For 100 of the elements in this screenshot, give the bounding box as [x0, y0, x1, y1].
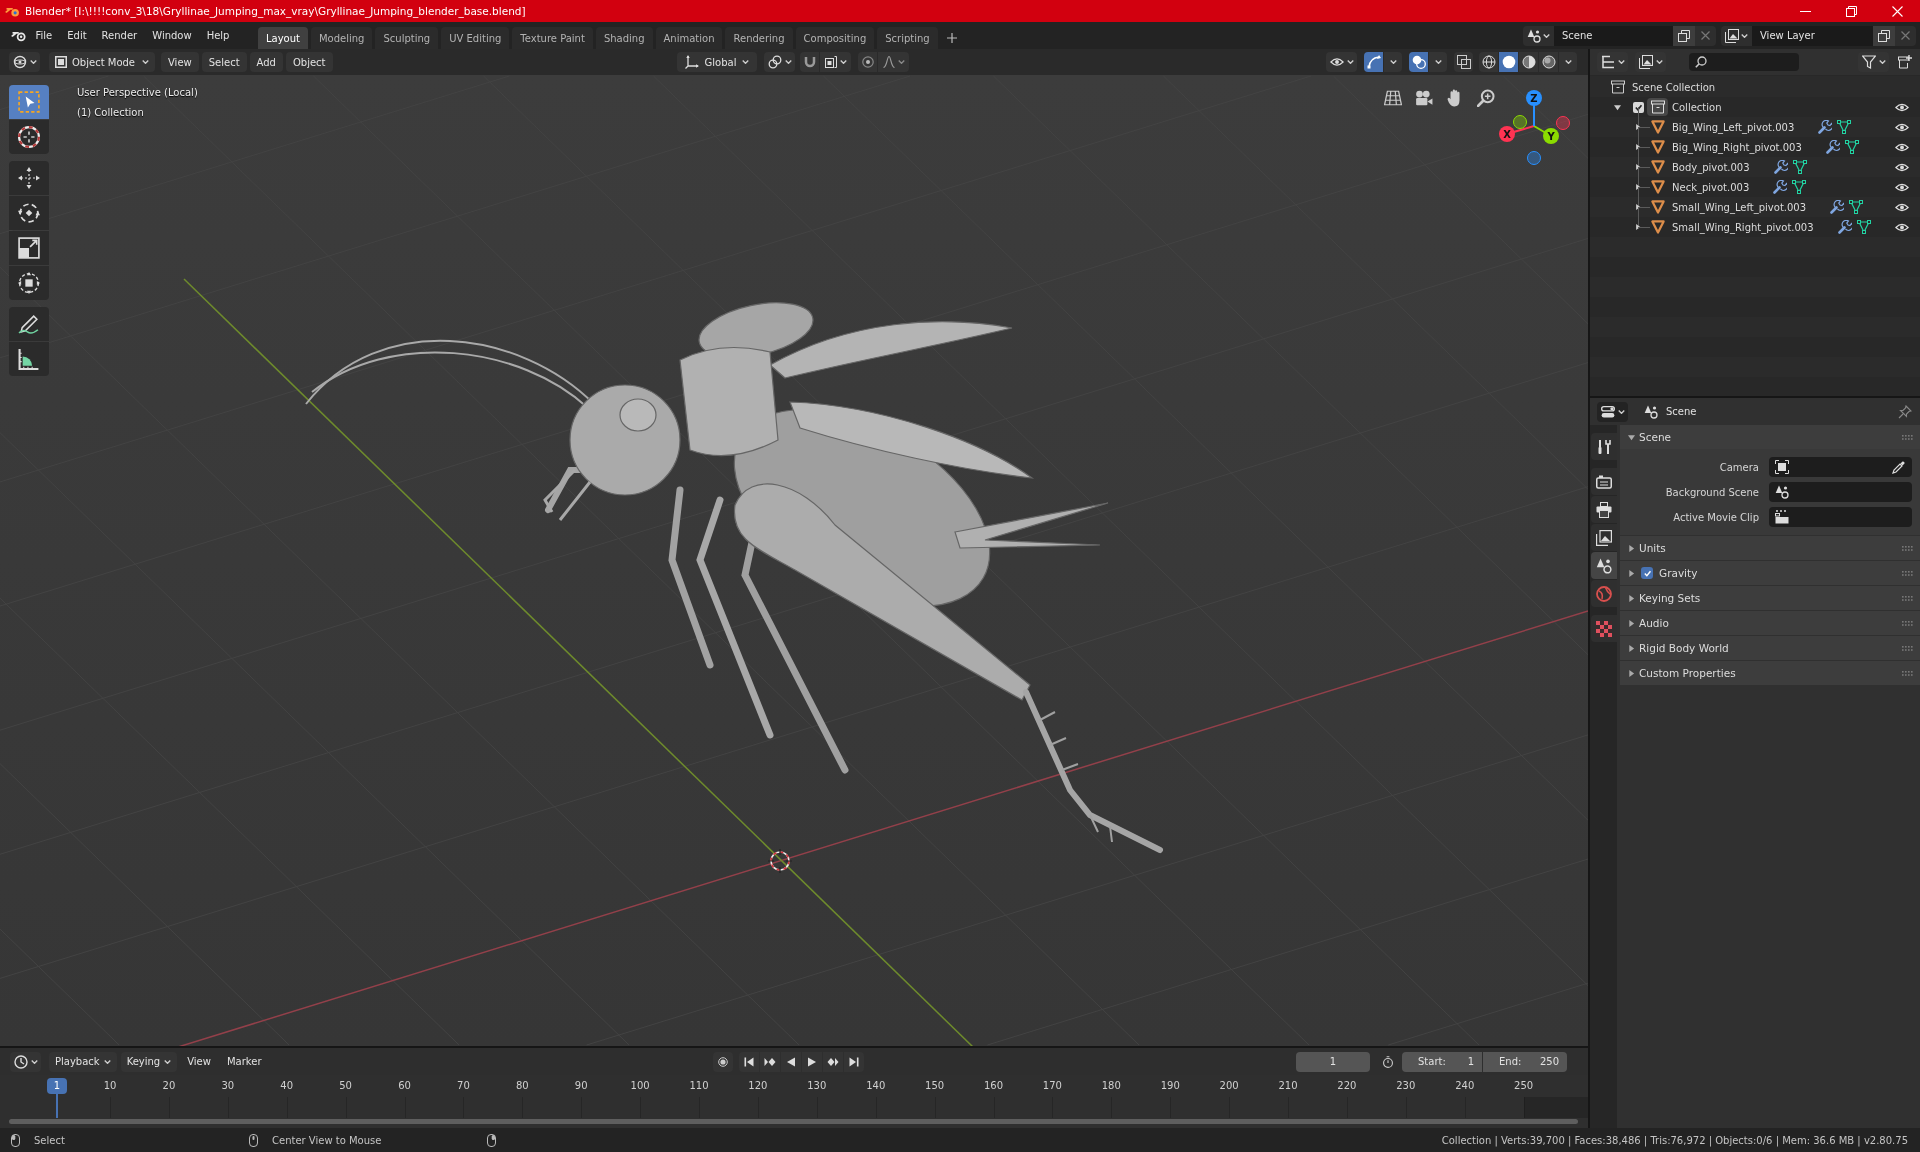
vertex-triangle-icon[interactable] — [1844, 140, 1859, 154]
app-logo-icon[interactable] — [11, 29, 26, 42]
texture-tab[interactable] — [1591, 615, 1617, 642]
panel-header[interactable]: Scene — [1620, 425, 1920, 449]
editor-type-button[interactable] — [9, 52, 40, 72]
workspace-tab[interactable]: Shading — [595, 27, 653, 49]
navigation-gizmo[interactable]: X Y Z — [1495, 79, 1575, 167]
display-mode-dropdown[interactable] — [1635, 52, 1666, 72]
wrench-icon[interactable] — [1773, 160, 1788, 174]
scale-tool[interactable] — [9, 231, 49, 265]
panel-header[interactable]: Units — [1620, 536, 1920, 560]
jump-to-start-button[interactable] — [739, 1051, 759, 1072]
checkbox[interactable] — [1633, 101, 1644, 113]
editor-type-button[interactable] — [1597, 52, 1628, 72]
expand-arrow-icon[interactable] — [1635, 124, 1641, 130]
end-frame-field[interactable]: End: 250 — [1483, 1051, 1567, 1072]
drag-grip-icon[interactable] — [1902, 595, 1913, 601]
scene-tab[interactable] — [1591, 552, 1617, 579]
menu-item[interactable]: Edit — [59, 25, 95, 46]
options-dropdown[interactable] — [1384, 52, 1402, 72]
vertex-triangle-icon[interactable] — [1849, 200, 1864, 214]
wrench-icon[interactable] — [1818, 120, 1833, 134]
workspace-tab[interactable]: Layout — [257, 27, 308, 49]
expand-arrow-icon[interactable] — [1635, 184, 1641, 190]
vertex-triangle-icon[interactable] — [1837, 120, 1852, 134]
current-frame-field[interactable]: 1 — [1296, 1051, 1370, 1072]
annotate-tool[interactable] — [9, 307, 49, 341]
xray-toggle[interactable] — [1454, 52, 1473, 72]
orientation-dropdown[interactable]: Global — [677, 52, 757, 72]
scene-field[interactable] — [1769, 482, 1912, 502]
view-layer-tab[interactable] — [1591, 524, 1617, 551]
outliner-item[interactable]: Collection — [1672, 101, 1722, 113]
negative-axis-handle[interactable] — [1527, 151, 1541, 165]
outliner-item[interactable]: Scene Collection — [1632, 81, 1716, 93]
negative-axis-handle[interactable] — [1513, 115, 1527, 129]
world-tab[interactable] — [1591, 580, 1617, 607]
eye-icon[interactable] — [1895, 142, 1909, 152]
search-field[interactable] — [1689, 53, 1799, 71]
axis-handle[interactable]: X — [1499, 126, 1515, 142]
workspace-tab[interactable]: Sculpting — [375, 27, 439, 49]
eyedropper-icon[interactable] — [1892, 460, 1906, 474]
cursor-tool[interactable] — [9, 120, 49, 154]
scrollbar[interactable] — [9, 1119, 1578, 1124]
menu-item[interactable]: View — [161, 52, 199, 72]
editor-type-button[interactable] — [1597, 401, 1628, 422]
auto-keying-toggle[interactable] — [713, 1051, 733, 1072]
transform-tool[interactable] — [9, 266, 49, 300]
pin-icon[interactable] — [1898, 404, 1912, 419]
view-layer-browse-button[interactable] — [1721, 25, 1752, 46]
workspace-tab[interactable]: Rendering — [725, 27, 793, 49]
close-icon[interactable] — [1891, 5, 1903, 17]
workspace-tab[interactable]: Animation — [655, 27, 723, 49]
camera-field[interactable] — [1769, 457, 1912, 477]
wrench-icon[interactable] — [1773, 180, 1788, 194]
timeline-track[interactable]: 1 10 20 30 40 50 60 70 80 90 100 110 120 130 140 150 160 170 180 190 200 210 220 230 240 250 — [0, 1075, 1588, 1128]
scene-browse-button[interactable] — [1523, 25, 1554, 46]
wrench-icon[interactable] — [1825, 140, 1840, 154]
plus-icon[interactable] — [946, 33, 957, 43]
zoom-icon[interactable] — [1477, 89, 1495, 107]
cricket-model-drawing[interactable] — [305, 302, 1163, 853]
menu-item[interactable]: Window — [144, 25, 200, 46]
vertex-triangle-icon[interactable] — [1856, 220, 1871, 234]
menu-item[interactable]: Playback — [49, 1051, 117, 1072]
menu-item[interactable]: Object — [285, 52, 333, 72]
wrench-icon[interactable] — [1830, 200, 1845, 214]
expand-arrow-icon[interactable] — [1614, 103, 1621, 111]
box-plus-icon[interactable] — [1898, 55, 1912, 69]
outliner-item[interactable]: Small_Wing_Left_pivot.003 — [1672, 201, 1807, 213]
menu-item[interactable]: File — [28, 25, 60, 46]
previous-keyframe-button[interactable] — [760, 1051, 780, 1072]
drag-grip-icon[interactable] — [1902, 670, 1913, 676]
drag-grip-icon[interactable] — [1902, 545, 1913, 551]
new-scene-button[interactable] — [1673, 25, 1695, 46]
shading-options-dropdown[interactable] — [1559, 52, 1577, 72]
jump-to-end-button[interactable] — [844, 1051, 864, 1072]
workspace-tab[interactable]: Texture Paint — [512, 27, 593, 49]
checkbox[interactable] — [1641, 567, 1653, 579]
overlays-toggle[interactable] — [1409, 52, 1428, 72]
wrench-icon[interactable] — [1837, 220, 1852, 234]
next-keyframe-button[interactable] — [823, 1051, 843, 1072]
editor-type-button[interactable] — [10, 1051, 41, 1072]
expand-arrow-icon[interactable] — [1635, 164, 1641, 170]
rendered-shading-button[interactable] — [1539, 52, 1558, 72]
crosshair-circle-icon[interactable] — [767, 848, 793, 874]
menu-item[interactable]: Render — [94, 25, 145, 46]
view-layer-name-field[interactable]: View Layer — [1752, 25, 1873, 46]
expand-arrow-icon[interactable] — [1635, 204, 1641, 210]
eye-icon[interactable] — [1895, 122, 1909, 132]
workspace-tab[interactable]: Modeling — [310, 27, 373, 49]
tool-tab[interactable] — [1591, 433, 1617, 460]
proportional-editing-toggle[interactable] — [858, 52, 877, 72]
solid-shading-button[interactable] — [1499, 52, 1518, 72]
workspace-tab[interactable]: Compositing — [795, 27, 875, 49]
workspace-tab[interactable]: Scripting — [877, 27, 938, 49]
menu-item[interactable]: Help — [199, 25, 237, 46]
expand-arrow-icon[interactable] — [1635, 224, 1641, 230]
drag-grip-icon[interactable] — [1902, 620, 1913, 626]
unlink-scene-button[interactable] — [1695, 25, 1716, 46]
menu-item[interactable]: View — [181, 1051, 217, 1072]
play-button[interactable] — [802, 1051, 822, 1072]
